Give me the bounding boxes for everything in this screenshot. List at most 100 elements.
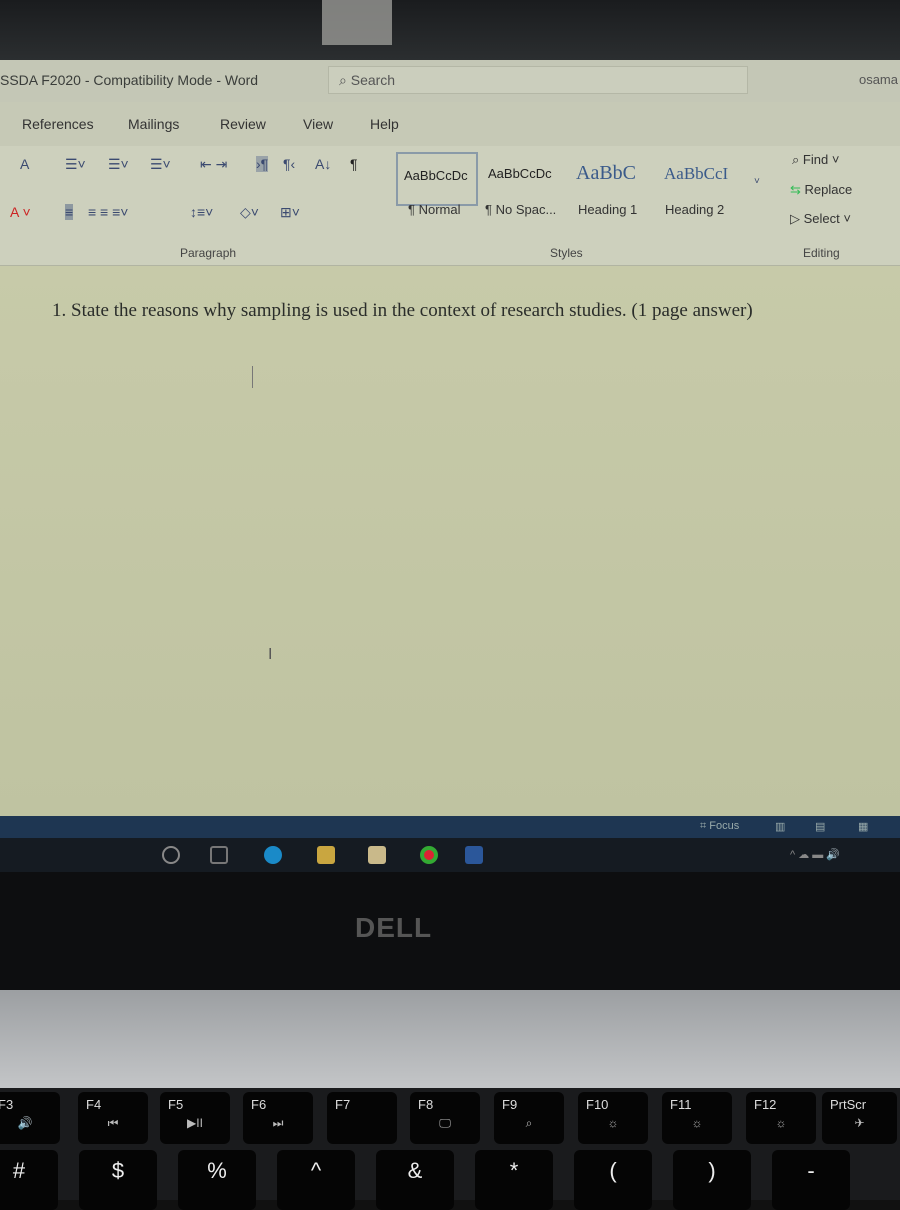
- key-function-icon: 🔊: [17, 1116, 33, 1130]
- paragraph-group-label: Paragraph: [180, 246, 237, 260]
- style-name: ¶ No Spac...: [485, 202, 557, 217]
- key-prtscr[interactable]: PrtScr ✈: [822, 1092, 897, 1144]
- key-label: F3: [0, 1097, 14, 1112]
- style-preview: AaBbC: [576, 162, 636, 184]
- key-f10[interactable]: F10 ☼: [578, 1092, 648, 1144]
- style-preview: AaBbCcI: [664, 164, 729, 183]
- key-label: F7: [335, 1097, 351, 1112]
- laptop-chassis: [0, 990, 900, 1090]
- tab-review[interactable]: Review: [220, 116, 266, 132]
- key-symbol[interactable]: &: [376, 1150, 454, 1210]
- document-page[interactable]: 1. State the reasons why sampling is use…: [0, 266, 900, 816]
- numbering-icon[interactable]: ☰˅: [108, 156, 129, 173]
- focus-button[interactable]: ⌗ Focus: [700, 820, 739, 833]
- key-label: F9: [502, 1097, 518, 1112]
- tab-references[interactable]: References: [22, 116, 94, 132]
- print-layout-icon[interactable]: ▤: [815, 820, 825, 833]
- key-function-icon: ▶II: [187, 1116, 203, 1130]
- system-tray-icons[interactable]: ^ ☁ ▬ 🔊: [790, 848, 840, 861]
- search-placeholder: Search: [350, 72, 396, 88]
- bullets-icon[interactable]: ☰˅: [65, 156, 86, 173]
- key-label: F12: [754, 1097, 777, 1112]
- sort-icon[interactable]: A↓: [315, 156, 331, 172]
- search-icon: ⌕: [339, 72, 351, 88]
- select-label: Select: [803, 211, 840, 226]
- key-symbol[interactable]: (: [574, 1150, 652, 1210]
- task-view-icon[interactable]: [210, 846, 228, 864]
- key-label: F6: [251, 1097, 267, 1112]
- word-icon[interactable]: [465, 846, 483, 864]
- styles-scroll-down-icon[interactable]: ˅: [754, 176, 760, 187]
- key-label: F4: [86, 1097, 102, 1112]
- focus-icon: ⌗: [700, 820, 707, 832]
- key-symbol[interactable]: $: [79, 1150, 157, 1210]
- cortana-icon[interactable]: [162, 846, 180, 864]
- tape: [322, 0, 392, 45]
- tab-view[interactable]: View: [303, 116, 333, 132]
- user-name[interactable]: osama: [859, 72, 898, 87]
- key-label: F11: [670, 1097, 692, 1112]
- key-symbol[interactable]: -: [772, 1150, 850, 1210]
- question-text: 1. State the reasons why sampling is use…: [52, 300, 753, 321]
- key-function-icon: ☼: [775, 1116, 787, 1130]
- styles-group-label: Styles: [550, 246, 583, 260]
- edge-icon[interactable]: [264, 846, 282, 864]
- shading-icon[interactable]: ◇˅: [240, 204, 259, 221]
- style-no-spacing[interactable]: AaBbCcDc: [482, 152, 568, 206]
- search-icon: ⌕: [792, 152, 800, 167]
- window-title: SSDA F2020 - Compatibility Mode - Word: [0, 72, 259, 88]
- align-left-icon[interactable]: ≡: [65, 204, 74, 220]
- indent-icon[interactable]: ⇤ ⇥: [200, 156, 227, 173]
- key-f11[interactable]: F11 ☼: [662, 1092, 732, 1144]
- key-f6[interactable]: F6 ⏭: [243, 1092, 313, 1144]
- tab-help[interactable]: Help: [370, 116, 399, 132]
- taskbar: ^ ☁ ▬ 🔊: [0, 838, 900, 872]
- store-icon[interactable]: [368, 846, 386, 864]
- style-heading-1[interactable]: AaBbC: [570, 152, 655, 206]
- key-symbol[interactable]: %: [178, 1150, 256, 1210]
- ribbon-tabs: References Mailings Review View Help: [0, 102, 900, 146]
- key-symbol[interactable]: ): [673, 1150, 751, 1210]
- screen-bezel-top: [0, 0, 900, 60]
- replace-button[interactable]: ⇆ Replace: [790, 182, 852, 198]
- ltr-icon[interactable]: ›¶: [256, 156, 269, 172]
- clear-formatting-icon[interactable]: A: [20, 156, 29, 172]
- web-layout-icon[interactable]: ▦: [858, 820, 868, 833]
- font-color-icon[interactable]: A ˅: [10, 204, 31, 220]
- key-function-icon: ☼: [607, 1116, 619, 1130]
- key-f8[interactable]: F8 🖵: [410, 1092, 480, 1144]
- key-f12[interactable]: F12 ☼: [746, 1092, 816, 1144]
- key-f3[interactable]: F3 🔊: [0, 1092, 60, 1144]
- key-f5[interactable]: F5 ▶II: [160, 1092, 230, 1144]
- multilevel-list-icon[interactable]: ☰˅: [150, 156, 171, 173]
- line-spacing-icon[interactable]: ↕≡˅: [190, 204, 213, 220]
- find-button[interactable]: ⌕ Find ˅: [792, 152, 839, 168]
- key-f4[interactable]: F4 ⏮: [78, 1092, 148, 1144]
- key-function-icon: ⏮: [107, 1116, 119, 1130]
- key-symbol[interactable]: ^: [277, 1150, 355, 1210]
- key-f7[interactable]: F7: [327, 1092, 397, 1144]
- style-heading-2[interactable]: AaBbCcI: [658, 152, 748, 206]
- borders-icon[interactable]: ⊞˅: [280, 204, 300, 221]
- align-center-icon[interactable]: ≡ ≡ ≡˅: [88, 204, 128, 220]
- screen-bezel-bottom: DELL: [0, 872, 900, 992]
- key-label: F5: [168, 1097, 184, 1112]
- text-caret: [252, 366, 253, 388]
- key-symbol[interactable]: #: [0, 1150, 58, 1210]
- key-function-icon: ⏭: [272, 1116, 284, 1130]
- show-marks-icon[interactable]: ¶: [350, 156, 358, 172]
- style-name: Heading 1: [578, 202, 638, 217]
- chrome-icon[interactable]: [420, 846, 438, 864]
- search-box[interactable]: ⌕ Search: [328, 66, 748, 94]
- style-preview: AaBbCcDc: [404, 168, 468, 183]
- select-button[interactable]: ▷ Select ˅: [790, 211, 851, 227]
- rtl-icon[interactable]: ¶‹: [283, 156, 295, 172]
- file-explorer-icon[interactable]: [317, 846, 335, 864]
- tab-mailings[interactable]: Mailings: [128, 116, 179, 132]
- read-mode-icon[interactable]: ▥: [775, 820, 785, 833]
- style-normal[interactable]: AaBbCcDc: [396, 152, 478, 206]
- key-f9[interactable]: F9 ⌕: [494, 1092, 564, 1144]
- key-label: F8: [418, 1097, 434, 1112]
- key-function-icon: 🖵: [439, 1116, 451, 1130]
- key-symbol[interactable]: *: [475, 1150, 553, 1210]
